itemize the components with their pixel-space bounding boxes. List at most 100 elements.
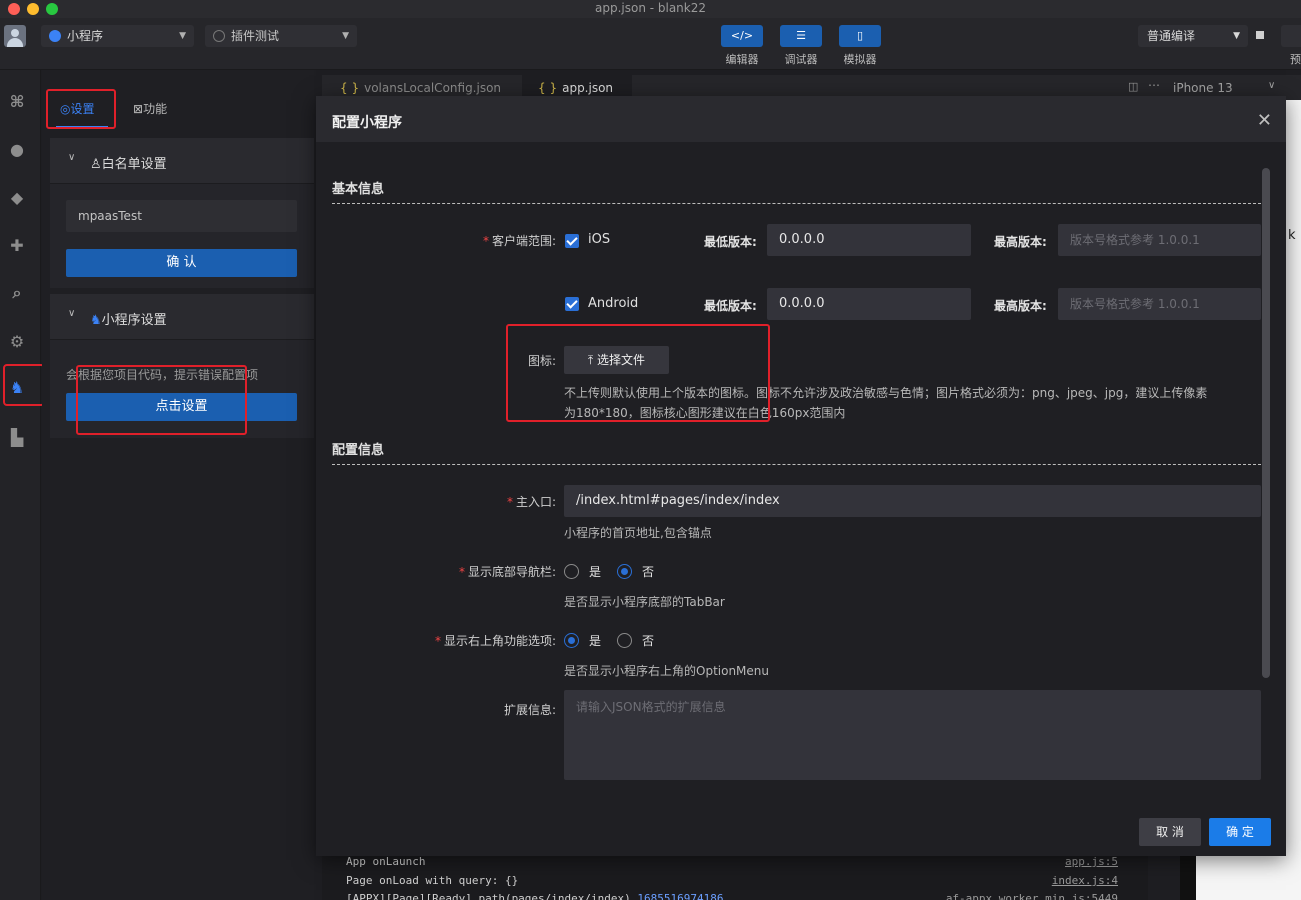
- android-min-version-input[interactable]: 0.0.0.0: [767, 288, 971, 320]
- simulator-button[interactable]: ▯: [839, 25, 881, 47]
- ext-label: 扩展信息:: [503, 703, 556, 717]
- divider: [332, 464, 1261, 465]
- chevron-down-icon: ∨: [68, 152, 76, 163]
- debugger-label: 调试器: [784, 53, 818, 66]
- more-icon[interactable]: ⋯: [1148, 78, 1160, 92]
- android-max-version-input[interactable]: 版本号格式参考 1.0.0.1: [1058, 288, 1261, 320]
- plugin-icon: [213, 30, 225, 42]
- whitelist-confirm-button[interactable]: 确 认: [66, 249, 297, 277]
- split-icon[interactable]: ◫: [1128, 80, 1138, 93]
- tabbar-no-label: 否: [642, 565, 655, 579]
- code-icon: </>: [730, 29, 754, 42]
- sliders-icon: ☰: [796, 29, 806, 42]
- window-title: app.json - blank22: [594, 1, 707, 15]
- tabbar-yes-radio[interactable]: [564, 564, 579, 579]
- highlight-box: [76, 365, 247, 435]
- editor-button[interactable]: </>: [721, 25, 763, 47]
- chevron-down-icon: ▼: [1233, 31, 1240, 41]
- title-bar: app.json - blank22: [0, 0, 1301, 18]
- preview-label: 预: [1290, 53, 1301, 66]
- mini-program-select[interactable]: 小程序 ▼: [41, 25, 194, 47]
- client-range-label: * 客户端范围:: [482, 234, 556, 248]
- mini-settings-header[interactable]: ∨ ♞小程序设置: [50, 294, 314, 340]
- chevron-down-icon: ∨: [68, 308, 76, 319]
- grid-icon: ⊠: [133, 102, 144, 116]
- simulator-label: 模拟器: [843, 53, 877, 66]
- tabbar-hint: 是否显示小程序底部的TabBar: [564, 595, 725, 609]
- ios-label: iOS: [588, 232, 611, 247]
- mpaas-icon: ♞: [90, 313, 102, 328]
- whitelist-header[interactable]: ∨ ♙白名单设置: [50, 138, 314, 184]
- modal-body: 基本信息 * 客户端范围: iOS 最低版本: 0.0.0.0 最高版本: 版本号…: [316, 142, 1286, 856]
- json-icon: { }: [340, 81, 360, 95]
- phone-icon: ▯: [856, 29, 864, 42]
- preview-button[interactable]: [1281, 25, 1301, 47]
- store-icon[interactable]: ▙: [6, 426, 28, 448]
- option-yes-label: 是: [589, 634, 602, 648]
- option-no-radio[interactable]: [617, 633, 632, 648]
- chevron-down-icon: ▼: [342, 31, 349, 41]
- scrollbar[interactable]: [1262, 168, 1270, 678]
- android-label: Android: [588, 296, 639, 311]
- user-icon: ♙: [90, 157, 102, 172]
- console-line: [APPX][Page][Ready] path(pages/index/ind…: [346, 892, 724, 900]
- plugin-select[interactable]: 插件测试 ▼: [205, 25, 357, 47]
- mini-program-icon: [49, 30, 61, 42]
- inspect-icon[interactable]: ⌕: [6, 282, 28, 304]
- tabbar-yes-label: 是: [589, 565, 602, 579]
- ios-min-version-label: 最低版本:: [704, 235, 757, 249]
- sim-text: k: [1288, 228, 1296, 243]
- console-line: Page onLoad with query: {}: [346, 874, 519, 887]
- search-icon[interactable]: ●: [6, 138, 28, 160]
- ios-max-version-input[interactable]: 版本号格式参考 1.0.0.1: [1058, 224, 1261, 256]
- ios-min-version-input[interactable]: 0.0.0.0: [767, 224, 971, 256]
- explorer-icon[interactable]: ⌘: [6, 90, 28, 112]
- console-source-link[interactable]: index.js:4: [1052, 874, 1118, 887]
- avatar[interactable]: [4, 25, 26, 47]
- console-source-link[interactable]: af-appx.worker.min.js:5449: [946, 892, 1118, 900]
- option-menu-label: * 显示右上角功能选项:: [434, 634, 556, 648]
- basic-info-title: 基本信息: [332, 182, 385, 197]
- console-source-link[interactable]: app.js:5: [1065, 855, 1118, 868]
- chevron-down-icon: ∨: [1268, 80, 1276, 91]
- cancel-button[interactable]: 取 消: [1139, 818, 1201, 846]
- git-icon[interactable]: ◆: [6, 186, 28, 208]
- android-min-version-label: 最低版本:: [704, 299, 757, 313]
- option-yes-radio[interactable]: [564, 633, 579, 648]
- tabbar-no-radio[interactable]: [617, 564, 632, 579]
- highlight-box: [506, 324, 770, 422]
- option-no-label: 否: [642, 634, 655, 648]
- divider: [332, 203, 1261, 204]
- entry-label: * 主入口:: [506, 495, 556, 509]
- tabbar-label: * 显示底部导航栏:: [458, 565, 556, 579]
- compile-mode-select[interactable]: 普通编译 ▼: [1138, 25, 1248, 47]
- plugin-icon[interactable]: ⚙: [6, 330, 28, 352]
- sidebar: ◎设置 ⊠功能 ∨ ♙白名单设置 mpaasTest 确 认 ∨ ♞小程序设置 …: [42, 70, 314, 900]
- android-checkbox[interactable]: [565, 297, 579, 311]
- whitelist-section: ∨ ♙白名单设置 mpaasTest 确 认: [50, 138, 314, 288]
- entry-hint: 小程序的首页地址,包含锚点: [564, 526, 712, 540]
- highlight-box: [3, 364, 45, 406]
- tab-volans-config[interactable]: { } volansLocalConfig.json: [340, 81, 501, 95]
- stop-icon[interactable]: [1256, 31, 1264, 39]
- tab-features[interactable]: ⊠功能: [133, 100, 167, 117]
- close-icon[interactable]: ✕: [1257, 110, 1272, 131]
- extensions-icon[interactable]: ✚: [6, 234, 28, 256]
- console-line: App onLaunch: [346, 855, 426, 868]
- config-modal: 配置小程序 ✕ 基本信息 * 客户端范围: iOS 最低版本: 0.0.0.0 最…: [316, 96, 1286, 856]
- tab-app-json[interactable]: { } app.json: [538, 81, 613, 95]
- entry-input[interactable]: /index.html#pages/index/index: [564, 485, 1261, 517]
- ext-textarea[interactable]: 请输入JSON格式的扩展信息: [564, 690, 1261, 780]
- debugger-button[interactable]: ☰: [780, 25, 822, 47]
- device-select[interactable]: iPhone 13: [1173, 81, 1233, 95]
- config-info-title: 配置信息: [332, 443, 385, 458]
- ok-button[interactable]: 确 定: [1209, 818, 1271, 846]
- activity-bar: ⌘ ● ◆ ✚ ⌕ ⚙ ♞ ▙: [0, 70, 45, 900]
- ios-max-version-label: 最高版本:: [994, 235, 1047, 249]
- ios-checkbox[interactable]: [565, 234, 579, 248]
- modal-title: 配置小程序: [332, 115, 402, 131]
- android-max-version-label: 最高版本:: [994, 299, 1047, 313]
- highlight-box: [46, 89, 116, 129]
- whitelist-input[interactable]: mpaasTest: [66, 200, 297, 232]
- toolbar: 小程序 ▼ 插件测试 ▼ </> 编辑器 ☰ 调试器 ▯ 模拟器 普通编译 ▼ …: [0, 18, 1301, 70]
